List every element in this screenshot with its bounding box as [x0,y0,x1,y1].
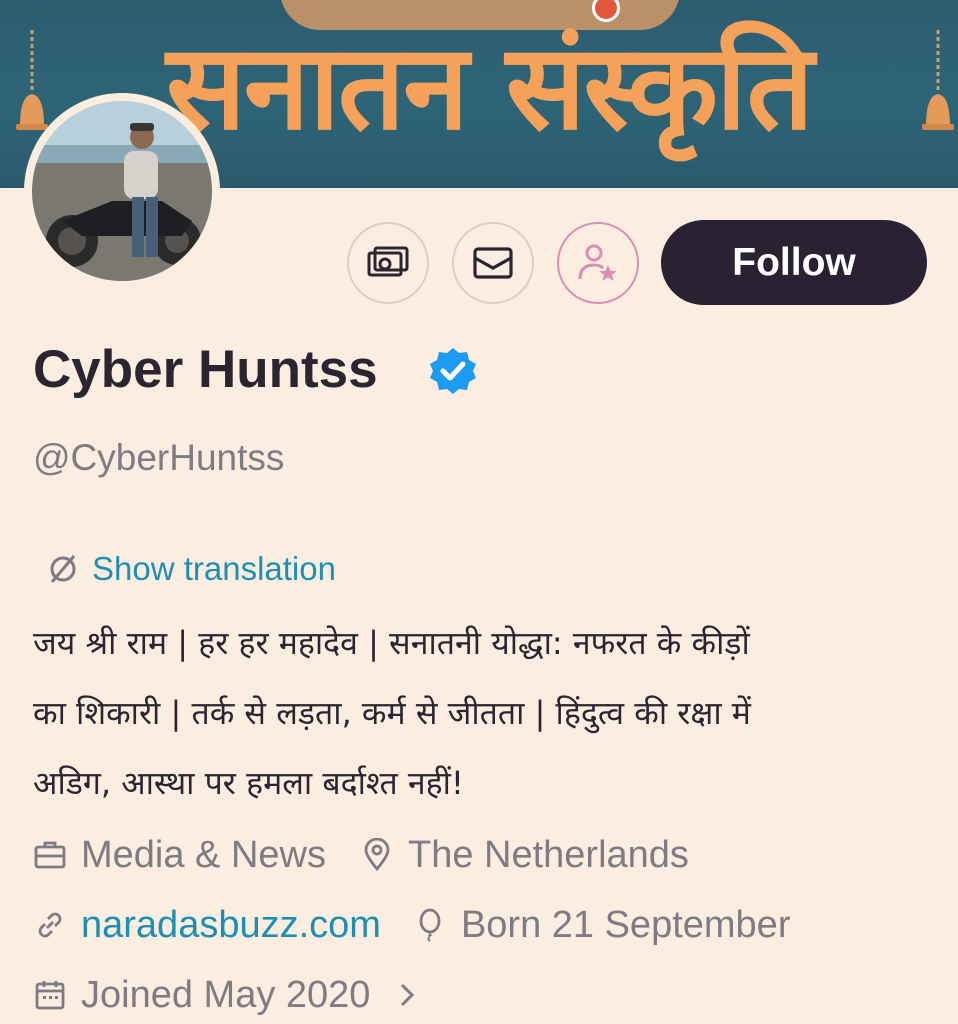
profile-meta-row: Media & News The Netherlands [33,830,689,880]
avatar-photo [32,101,212,281]
birthday-label: Born 21 September [460,903,791,946]
birthday-item: Born 21 September [413,903,791,947]
verified-badge-icon[interactable] [428,346,478,396]
calendar-icon [35,981,65,1010]
location-item: The Netherlands [360,834,689,877]
handle: @CyberHuntss [33,437,285,478]
joined-label: Joined May 2020 [81,973,371,1016]
bio-line: का शिकारी | तर्क से लड़ता, कर्म से जीतता… [33,694,751,732]
balloon-icon [419,908,441,942]
bio-line: जय श्री राम | हर हर महादेव | सनातनी योद्… [33,624,750,662]
location-pin-icon [364,838,390,872]
bell-icon [922,30,954,130]
link-icon [38,912,62,938]
joined-item: Joined May 2020 [33,974,370,1017]
website-link[interactable]: naradasbuzz.com [81,904,381,947]
message-icon [473,247,513,279]
avatar[interactable] [24,93,220,289]
profile-meta-row: naradasbuzz.com Born 21 September [33,900,790,950]
display-name: Cyber Huntss [33,340,378,399]
translate-icon [50,555,76,583]
bio: जय श्री राम | हर हर महादेव | सनातनी योद्… [33,608,933,818]
tip-button[interactable] [347,222,429,304]
briefcase-icon [34,841,66,869]
show-translation-label: Show translation [92,550,336,587]
show-translation-link[interactable]: Show translation [46,548,336,590]
location-label: The Netherlands [407,833,689,876]
motorcycle-rider-photo [32,101,212,281]
message-button[interactable] [452,222,534,304]
bell-icon [16,30,48,130]
follow-button[interactable]: Follow [661,220,927,305]
category-label: Media & News [81,833,326,876]
category-item: Media & News [33,834,326,877]
subscribe-icon [578,244,617,281]
subscribe-button[interactable] [557,222,639,304]
chevron-right-icon[interactable] [396,980,418,1010]
tip-icon [367,246,409,277]
profile-meta-row[interactable]: Joined May 2020 [33,970,418,1020]
bio-line: अडिग, आस्था पर हमला बर्दाश्त नहीं! [33,764,464,802]
website-item[interactable]: naradasbuzz.com [33,904,381,947]
